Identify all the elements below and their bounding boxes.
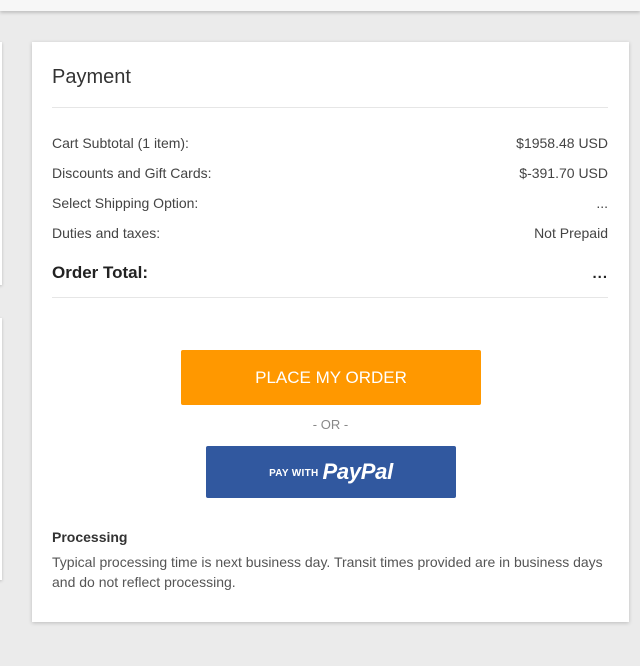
order-total-label: Order Total: [52, 263, 149, 282]
order-total-row: Order Total: ... [52, 261, 608, 285]
discounts-row: Discounts and Gift Cards: $-391.70 USD [52, 163, 608, 183]
left-panel-card [0, 42, 2, 285]
processing-text: Typical processing time is next business… [52, 554, 603, 590]
payment-title: Payment [52, 66, 131, 88]
row-label: Select Shipping Option: [52, 195, 199, 211]
shipping-option-row: Select Shipping Option: ... [52, 193, 608, 213]
row-value: $1958.48 USD [516, 135, 608, 151]
paypal-prefix: PAY WITH [269, 468, 319, 479]
paypal-button[interactable]: PAY WITH PayPal [206, 446, 456, 498]
row-value: ... [596, 195, 608, 211]
row-label: Duties and taxes: [52, 225, 161, 241]
processing-title: Processing [52, 529, 128, 545]
divider [52, 297, 608, 298]
left-panel-card [0, 318, 2, 580]
top-header-bar [0, 0, 640, 11]
duties-taxes-row: Duties and taxes: Not Prepaid [52, 223, 608, 243]
row-label: Discounts and Gift Cards: [52, 165, 212, 181]
or-separator: - OR - [312, 417, 349, 432]
row-label: Cart Subtotal (1 item): [52, 135, 189, 151]
row-value: $-391.70 USD [519, 165, 608, 181]
paypal-logo: PayPal [322, 459, 394, 484]
place-order-button[interactable]: PLACE MY ORDER [181, 350, 481, 405]
row-value: Not Prepaid [534, 225, 608, 241]
divider [52, 107, 608, 108]
order-total-value: ... [592, 264, 608, 282]
cart-subtotal-row: Cart Subtotal (1 item): $1958.48 USD [52, 133, 608, 153]
payment-panel: Payment Cart Subtotal (1 item): $1958.48… [32, 42, 629, 622]
